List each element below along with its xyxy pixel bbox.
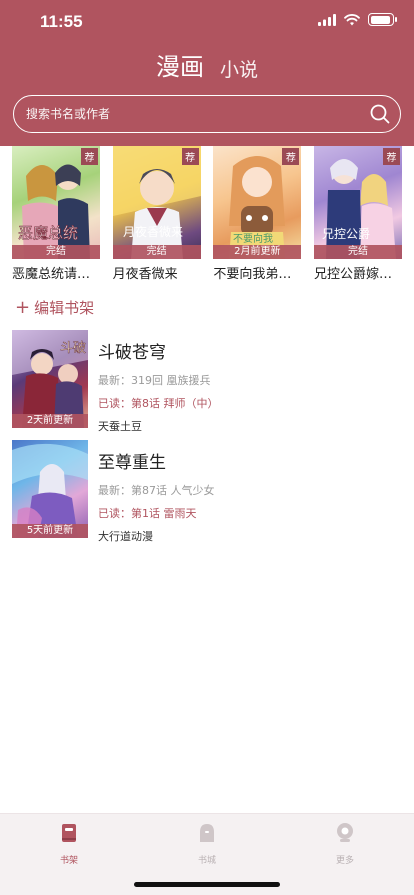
recommend-card[interactable]: 不要向我 荐 2月前更新 不要向我弟…: [213, 146, 302, 286]
svg-text:不要向我: 不要向我: [233, 232, 273, 245]
update-badge: 2天前更新: [12, 414, 88, 428]
tab-novel[interactable]: 小说: [220, 55, 258, 82]
recommend-card[interactable]: 月夜香微来 荐 完结 月夜香微来: [112, 146, 201, 286]
recommend-badge: 荐: [81, 148, 98, 165]
comic-status: 2月前更新: [213, 245, 302, 259]
recommend-card[interactable]: 兄控公爵 荐 完结 兄控公爵嫁…: [313, 146, 402, 286]
comic-cover[interactable]: 5天前更新: [12, 440, 88, 538]
list-item[interactable]: 5天前更新 至尊重生 最新：第87话 人气少女 已读：第1话 雷雨天 大行道动漫: [12, 440, 402, 548]
bookstore-icon: [200, 824, 214, 842]
wifi-icon: [344, 13, 360, 25]
read-progress[interactable]: 已读：第8话 拜师（中）: [98, 395, 219, 411]
comic-cover[interactable]: 月夜香微来 荐 完结: [112, 146, 201, 259]
home-indicator: [134, 882, 280, 887]
comic-author: 天蚕土豆: [98, 420, 142, 433]
recommend-badge: 荐: [282, 148, 300, 165]
bookshelf-icon: [62, 824, 76, 842]
comic-status: 完结: [112, 245, 201, 259]
tab-manhua[interactable]: 漫画: [156, 47, 204, 82]
header: 11:55 漫画 小说: [0, 0, 414, 146]
shelf-info: 斗破苍穹 最新：319回 凰族援兵 已读：第8话 拜师（中） 天蚕土豆: [98, 330, 219, 438]
comic-cover[interactable]: 不要向我 荐 2月前更新: [213, 146, 302, 259]
comic-title[interactable]: 斗破苍穹: [98, 338, 219, 363]
comic-title[interactable]: 兄控公爵嫁…: [314, 263, 402, 282]
svg-text:恶魔总统: 恶魔总统: [18, 224, 78, 242]
comic-cover[interactable]: 斗破 2天前更新: [12, 330, 88, 428]
recommend-badge: 荐: [181, 148, 199, 165]
comic-status: 完结: [313, 245, 402, 259]
svg-text:月夜香微来: 月夜香微来: [123, 224, 183, 239]
comic-title[interactable]: 月夜香微来: [113, 263, 201, 282]
tabbar-item-more[interactable]: 更多: [315, 822, 375, 866]
tabbar-item-bookstore[interactable]: 书城: [177, 822, 237, 866]
read-progress[interactable]: 已读：第1话 雷雨天: [98, 505, 215, 521]
latest-chapter: 最新：第87话 人气少女: [98, 484, 215, 497]
status-time: 11:55: [40, 12, 83, 31]
tabbar-item-bookshelf[interactable]: 书架: [39, 822, 99, 866]
more-icon: [337, 823, 353, 842]
shelf-info: 至尊重生 最新：第87话 人气少女 已读：第1话 雷雨天 大行道动漫: [98, 440, 215, 548]
signal-icon: [318, 13, 336, 26]
search-bar[interactable]: [13, 95, 401, 133]
comic-title[interactable]: 至尊重生: [98, 448, 215, 473]
tabbar-label: 书架: [59, 856, 78, 866]
svg-text:斗破: 斗破: [60, 341, 86, 356]
recommend-card[interactable]: 恶魔总统 荐 完结 恶魔总统请…: [12, 146, 100, 286]
tabbar-label: 更多: [335, 856, 354, 866]
update-badge: 5天前更新: [12, 524, 88, 538]
recommend-badge: 荐: [382, 148, 400, 165]
recommend-row: 恶魔总统 荐 完结 恶魔总统请… 月夜香微来 荐 完结 月夜香微来 不要向我 荐…: [12, 146, 402, 286]
comic-title[interactable]: 恶魔总统请…: [12, 263, 100, 282]
comic-cover[interactable]: 恶魔总统 荐 完结: [12, 146, 100, 259]
status-bar: 11:55: [0, 0, 414, 46]
svg-text:兄控公爵: 兄控公爵: [322, 227, 370, 241]
top-tabs: 漫画 小说: [0, 48, 414, 82]
search-input[interactable]: [26, 107, 370, 121]
comic-author: 大行道动漫: [98, 530, 153, 543]
battery-icon: [368, 13, 397, 26]
comic-title[interactable]: 不要向我弟…: [213, 263, 301, 282]
comic-status: 完结: [12, 245, 100, 259]
search-icon[interactable]: [370, 104, 390, 124]
latest-chapter: 最新：319回 凰族援兵: [98, 374, 211, 387]
bookshelf-list: 斗破 2天前更新 斗破苍穹 最新：319回 凰族援兵 已读：第8话 拜师（中） …: [12, 330, 402, 550]
comic-cover[interactable]: 兄控公爵 荐 完结: [313, 146, 402, 259]
plus-icon: +: [15, 296, 31, 318]
edit-shelf-label: 编辑书架: [34, 299, 95, 317]
tabbar-label: 书城: [197, 856, 216, 866]
edit-shelf-button[interactable]: + 编辑书架: [15, 297, 94, 318]
list-item[interactable]: 斗破 2天前更新 斗破苍穹 最新：319回 凰族援兵 已读：第8话 拜师（中） …: [12, 330, 402, 438]
status-icons: [318, 13, 397, 26]
